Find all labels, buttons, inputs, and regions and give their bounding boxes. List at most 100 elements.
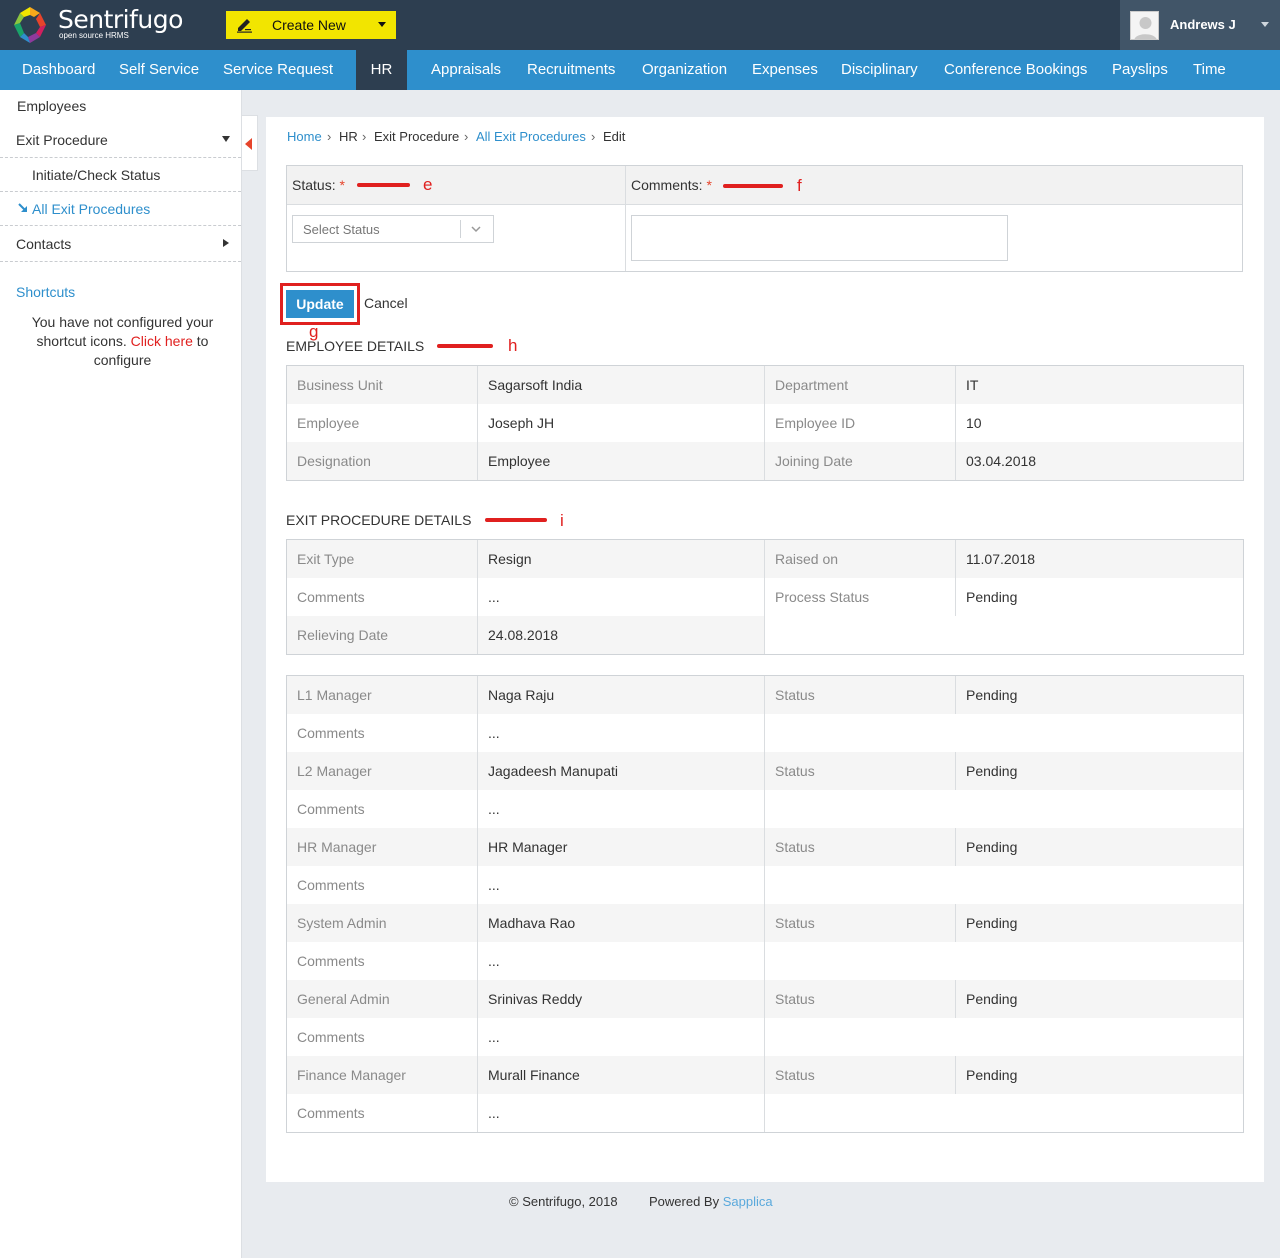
sidebar-item-exit-procedure[interactable]: Exit Procedure bbox=[16, 132, 216, 148]
column-divider bbox=[955, 828, 956, 866]
department-label: Department bbox=[775, 377, 849, 393]
joining-date-value: 03.04.2018 bbox=[966, 453, 1037, 469]
role-label: Finance Manager bbox=[297, 1067, 406, 1083]
caret-down-icon bbox=[222, 136, 230, 142]
shortcuts-message: You have not configured your shortcut ic… bbox=[0, 313, 245, 370]
sidebar-item-all-exit-procedures[interactable]: All Exit Procedures bbox=[32, 201, 232, 217]
nav-expenses[interactable]: Expenses bbox=[752, 50, 818, 90]
caret-right-icon bbox=[223, 239, 229, 247]
status-value: Pending bbox=[966, 839, 1018, 855]
nav-conference-bookings[interactable]: Conference Bookings bbox=[944, 50, 1087, 90]
breadcrumb-hr: HR bbox=[339, 129, 358, 144]
caret-left-icon bbox=[245, 138, 252, 150]
comments-textarea[interactable] bbox=[631, 215, 1008, 261]
caret-down-icon bbox=[378, 22, 386, 27]
nav-dashboard[interactable]: Dashboard bbox=[22, 50, 95, 90]
nav-appraisals[interactable]: Appraisals bbox=[431, 50, 501, 90]
footer-sapplica-link[interactable]: Sapplica bbox=[723, 1194, 773, 1209]
role-value: ... bbox=[488, 877, 500, 893]
sidebar-item-initiate-check-status[interactable]: Initiate/Check Status bbox=[32, 167, 232, 183]
user-menu[interactable]: Andrews J bbox=[1120, 0, 1280, 50]
sidebar-item-employees[interactable]: Employees bbox=[17, 98, 217, 114]
chevron-down-icon bbox=[471, 226, 481, 233]
divider bbox=[0, 225, 241, 226]
breadcrumb-home[interactable]: Home bbox=[287, 129, 322, 144]
role-value: Murall Finance bbox=[488, 1067, 580, 1083]
divider bbox=[0, 191, 241, 192]
raised-on-value: 11.07.2018 bbox=[966, 551, 1036, 567]
role-label: Comments bbox=[297, 953, 365, 969]
comments-value: ... bbox=[488, 589, 500, 605]
designation-label: Designation bbox=[297, 453, 371, 469]
table-row: Comments... bbox=[287, 790, 1243, 828]
role-value: ... bbox=[488, 725, 500, 741]
column-divider bbox=[955, 1056, 956, 1094]
required-mark: * bbox=[339, 177, 345, 193]
table-row: Comments... bbox=[287, 1094, 1243, 1132]
empty-cell bbox=[764, 616, 1243, 654]
status-label: Status bbox=[775, 687, 815, 703]
column-divider bbox=[764, 676, 765, 1132]
role-value: ... bbox=[488, 953, 500, 969]
exit-type-label: Exit Type bbox=[297, 551, 355, 567]
nav-time[interactable]: Time bbox=[1193, 50, 1226, 90]
role-value: ... bbox=[488, 1029, 500, 1045]
update-button[interactable]: Update bbox=[286, 290, 354, 318]
sidebar-collapse-toggle[interactable] bbox=[242, 115, 258, 171]
status-label: Status bbox=[775, 839, 815, 855]
role-value: Madhava Rao bbox=[488, 915, 576, 931]
table-row: Exit Type Resign Raised on 11.07.2018 bbox=[287, 540, 1243, 578]
employee-details-title: EMPLOYEE DETAILS bbox=[286, 338, 425, 354]
shortcuts-message-text: to bbox=[196, 333, 209, 349]
role-label: Comments bbox=[297, 801, 365, 817]
department-value: IT bbox=[966, 377, 979, 393]
role-label: Comments bbox=[297, 725, 365, 741]
logo-text[interactable]: Sentrifugo bbox=[58, 5, 183, 34]
empty-cell bbox=[764, 790, 1243, 828]
status-label: Status bbox=[775, 915, 815, 931]
annotation-e: e bbox=[423, 175, 433, 194]
nav-disciplinary[interactable]: Disciplinary bbox=[841, 50, 918, 90]
column-divider bbox=[955, 540, 956, 616]
nav-service-request[interactable]: Service Request bbox=[223, 50, 333, 90]
breadcrumb-separator: › bbox=[327, 129, 332, 144]
employee-value: Joseph JH bbox=[488, 415, 555, 431]
table-row: HR Manager HR Manager Status Pending bbox=[287, 828, 1243, 866]
employee-id-value: 10 bbox=[966, 415, 982, 431]
annotation-i: i bbox=[560, 511, 564, 530]
empty-cell bbox=[764, 942, 1243, 980]
breadcrumb-edit: Edit bbox=[603, 129, 626, 144]
create-new-button[interactable]: Create New bbox=[226, 11, 396, 39]
nav-hr[interactable]: HR bbox=[356, 50, 407, 90]
shortcuts-click-here-link[interactable]: Click here bbox=[131, 333, 193, 349]
nav-recruitments[interactable]: Recruitments bbox=[527, 50, 615, 90]
shortcuts-message-line: configure bbox=[93, 352, 152, 368]
column-divider bbox=[764, 540, 765, 654]
breadcrumb-separator: › bbox=[591, 129, 596, 144]
status-select[interactable]: Select Status bbox=[292, 215, 494, 243]
table-row: Business Unit Sagarsoft India Department… bbox=[287, 366, 1243, 404]
table-row: System Admin Madhava Rao Status Pending bbox=[287, 904, 1243, 942]
sidebar: Employees Exit Procedure Initiate/Check … bbox=[0, 90, 242, 1258]
breadcrumb-exit-procedure: Exit Procedure bbox=[374, 129, 460, 144]
role-value: Naga Raju bbox=[488, 687, 555, 703]
empty-cell bbox=[764, 1094, 1243, 1132]
footer-powered-text: Powered By bbox=[649, 1194, 720, 1209]
divider bbox=[0, 261, 241, 262]
sentrifugo-logo-icon[interactable] bbox=[10, 5, 50, 45]
nav-organization[interactable]: Organization bbox=[642, 50, 727, 90]
nav-self-service[interactable]: Self Service bbox=[119, 50, 199, 90]
arrow-down-right-icon bbox=[18, 203, 27, 212]
status-label: Status bbox=[775, 763, 815, 779]
table-row: Comments... bbox=[287, 866, 1243, 904]
footer-powered-by: Powered By Sapplica bbox=[649, 1194, 773, 1209]
column-divider bbox=[955, 904, 956, 942]
column-divider bbox=[477, 366, 478, 480]
empty-cell bbox=[764, 714, 1243, 752]
sidebar-item-contacts[interactable]: Contacts bbox=[16, 236, 216, 252]
breadcrumb-all-exit-procedures[interactable]: All Exit Procedures bbox=[476, 129, 586, 144]
nav-payslips[interactable]: Payslips bbox=[1112, 50, 1168, 90]
shortcuts-title: Shortcuts bbox=[16, 284, 76, 300]
breadcrumb-separator: › bbox=[464, 129, 469, 144]
cancel-button[interactable]: Cancel bbox=[364, 295, 408, 311]
